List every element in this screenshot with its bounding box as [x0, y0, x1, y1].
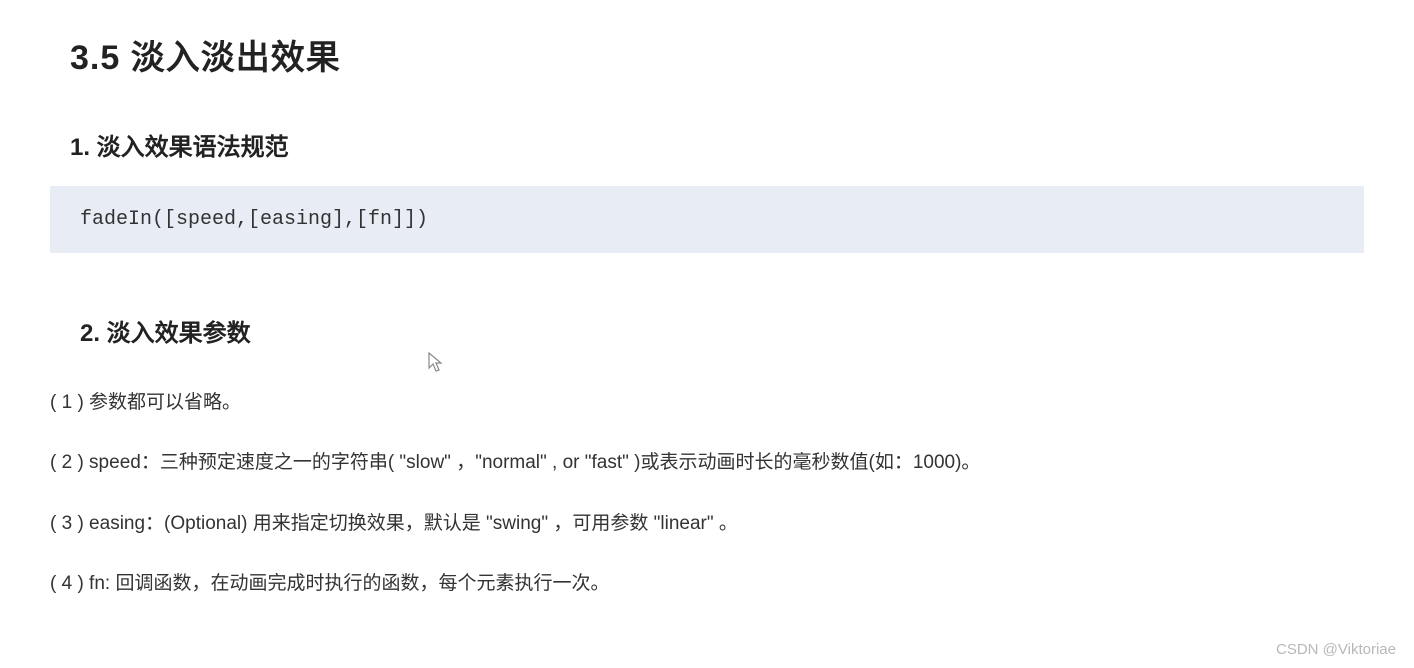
param-item-4: ( 4 ) fn: 回调函数，在动画完成时执行的函数，每个元素执行一次。: [50, 569, 1364, 599]
mouse-cursor-icon: [428, 352, 444, 374]
section-heading: 3.5 淡入淡出效果: [70, 30, 1364, 79]
param-item-3: ( 3 ) easing：(Optional) 用来指定切换效果，默认是 "sw…: [50, 509, 1364, 539]
code-block: fadeIn([speed,[easing],[fn]]): [50, 186, 1364, 253]
param-item-2: ( 2 ) speed：三种预定速度之一的字符串( "slow" ，"norma…: [50, 448, 1364, 478]
param-item-1: ( 1 ) 参数都可以省略。: [50, 388, 1364, 418]
watermark-text: CSDN @Viktoriae: [1276, 641, 1396, 658]
subsection-2-title: 2. 淡入效果参数: [80, 313, 1364, 348]
subsection-1-title: 1. 淡入效果语法规范: [70, 127, 1364, 162]
